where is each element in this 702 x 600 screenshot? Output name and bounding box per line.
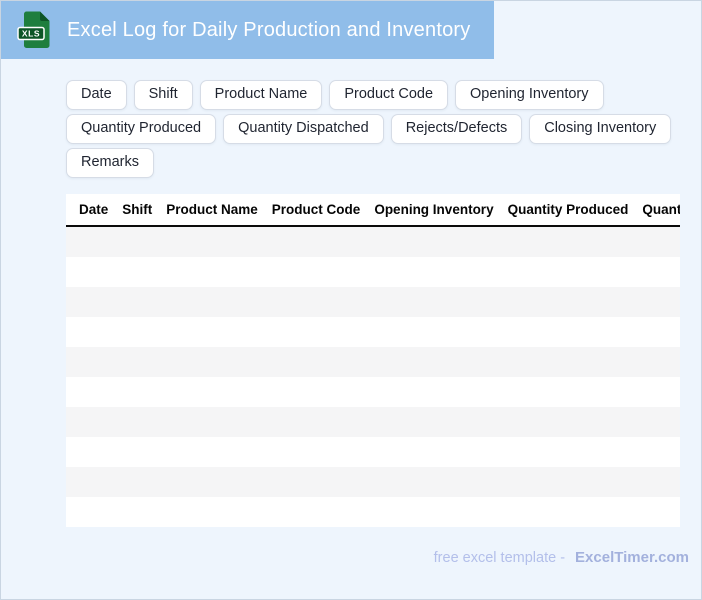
table-row: [66, 437, 680, 467]
chip-product-code[interactable]: Product Code: [329, 80, 449, 110]
column-header-opening-inventory: Opening Inventory: [374, 202, 494, 217]
column-header-quantity-dispatched: Quantity Dispatched: [642, 202, 680, 217]
column-header-date: Date: [79, 202, 109, 217]
chip-quantity-produced[interactable]: Quantity Produced: [66, 114, 217, 144]
chip-opening-inventory[interactable]: Opening Inventory: [455, 80, 604, 110]
table-row: [66, 317, 680, 347]
table-body: [66, 227, 680, 527]
page-title: Excel Log for Daily Production and Inven…: [67, 18, 471, 41]
chip-shift[interactable]: Shift: [133, 80, 193, 110]
table-row: [66, 407, 680, 437]
chip-closing-inventory[interactable]: Closing Inventory: [529, 114, 672, 144]
field-chips: Date Shift Product Name Product Code Opening…: [66, 80, 672, 178]
chip-product-name[interactable]: Product Name: [199, 80, 323, 110]
footer-brand-link[interactable]: ExcelTimer.com: [575, 549, 689, 566]
table-row: [66, 257, 680, 287]
chip-row: Quantity Produced Quantity Dispatched Reje…: [66, 114, 672, 144]
inventory-log-table: Date Shift Product Name Product Code Opening…: [66, 194, 680, 527]
xls-icon-label: XLS: [22, 29, 40, 39]
table-row: [66, 287, 680, 317]
chip-rejects-defects[interactable]: Rejects/Defects: [390, 114, 523, 144]
chip-row: Remarks: [66, 148, 672, 178]
chip-remarks[interactable]: Remarks: [66, 148, 155, 178]
footer-label: free excel template -: [433, 550, 566, 566]
column-header-product-name: Product Name: [166, 202, 258, 217]
chip-row: Date Shift Product Name Product Code Opening…: [66, 80, 672, 110]
table-row: [66, 467, 680, 497]
chip-date[interactable]: Date: [66, 80, 127, 110]
table-row: [66, 377, 680, 407]
header-bar: XLS Excel Log for Daily Production and I…: [1, 1, 494, 59]
chip-quantity-dispatched[interactable]: Quantity Dispatched: [223, 114, 384, 144]
xls-file-icon: XLS: [17, 11, 50, 48]
table-row: [66, 347, 680, 377]
table-row: [66, 227, 680, 257]
table-row: [66, 497, 680, 527]
page: { "header": { "title": "Excel Log for Da…: [0, 0, 702, 600]
footer: free excel template - ExcelTimer.com: [434, 549, 689, 566]
column-header-shift: Shift: [122, 202, 153, 217]
column-header-quantity-produced: Quantity Produced: [507, 202, 629, 217]
table-header-row: Date Shift Product Name Product Code Opening…: [66, 194, 680, 227]
column-header-product-code: Product Code: [271, 202, 361, 217]
